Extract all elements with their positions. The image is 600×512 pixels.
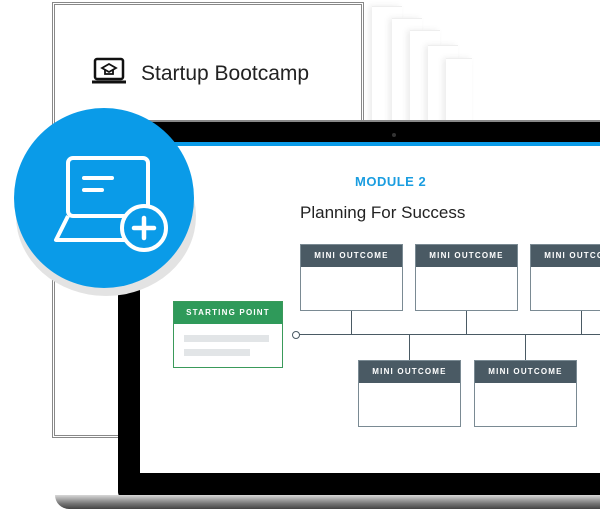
placeholder-bar [184, 349, 250, 356]
add-course-badge [14, 108, 194, 288]
screen-accent-bar [140, 142, 600, 146]
connector [466, 311, 467, 334]
timeline-line [298, 334, 600, 335]
starting-point-card[interactable]: STARTING POINT [173, 301, 283, 368]
camera-dot [392, 133, 396, 137]
mini-outcome-header: MINI OUTCOME [531, 245, 600, 267]
mini-outcome-card[interactable]: MINI OUTCOME [300, 244, 403, 311]
laptop-screen: MODULE 2 Planning For Success STARTING P… [140, 142, 600, 473]
timeline-start-node [292, 331, 300, 339]
mini-outcome-card[interactable]: MINI OUTCOME [358, 360, 461, 427]
graduation-laptop-icon [91, 57, 127, 90]
mini-outcome-header: MINI OUTCOME [301, 245, 402, 267]
paper-sheet [446, 58, 472, 127]
connector [351, 311, 352, 334]
connector [525, 334, 526, 360]
mini-outcome-header: MINI OUTCOME [416, 245, 517, 267]
mini-outcome-card[interactable]: MINI OUTCOME [415, 244, 518, 311]
starting-point-header: STARTING POINT [174, 302, 282, 324]
mini-outcome-card[interactable]: MINI OUTCOME [530, 244, 600, 311]
placeholder-bar [184, 335, 269, 342]
mini-outcome-header: MINI OUTCOME [359, 361, 460, 383]
course-title: Startup Bootcamp [91, 57, 309, 90]
module-title: Planning For Success [300, 203, 466, 222]
laptop-base [55, 495, 600, 509]
module-label: MODULE 2 [355, 174, 427, 189]
laptop-add-icon [42, 152, 172, 257]
connector [581, 311, 582, 334]
course-title-text: Startup Bootcamp [141, 61, 310, 85]
connector [409, 334, 410, 360]
mini-outcome-card[interactable]: MINI OUTCOME [474, 360, 577, 427]
mini-outcome-header: MINI OUTCOME [475, 361, 576, 383]
